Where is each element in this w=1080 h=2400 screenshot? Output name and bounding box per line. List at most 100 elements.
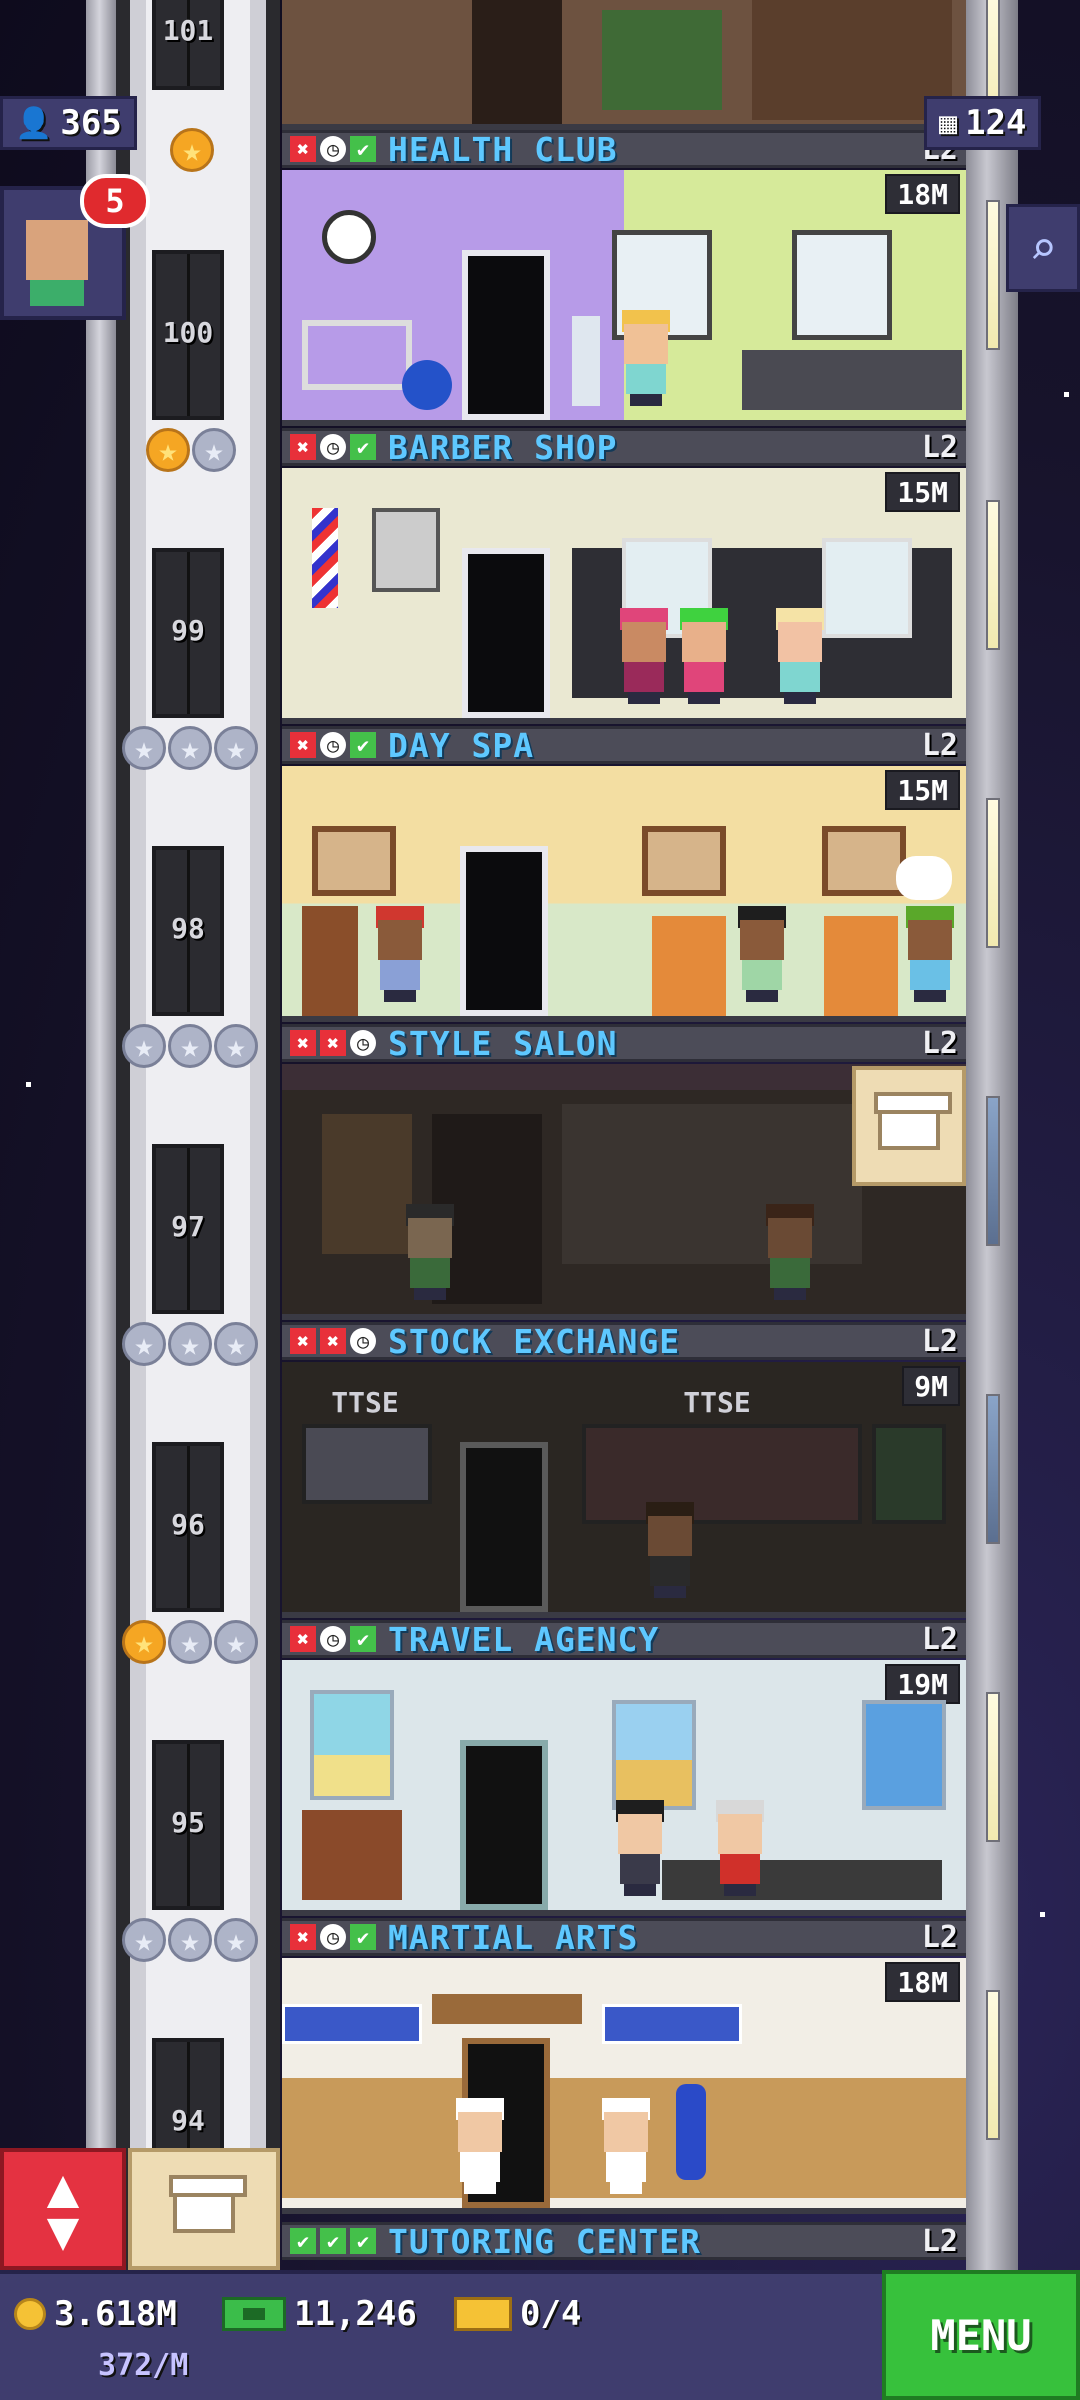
status-clock-icon: ◷ — [320, 1626, 346, 1652]
floor-header-stock-exchange[interactable]: ✖ ✖ ◷ STOCK EXCHANGE L2 — [282, 1321, 966, 1361]
stock-ticker-board — [872, 1424, 946, 1524]
tickets-stat[interactable]: 0/4 — [454, 2294, 581, 2334]
clock-icon — [322, 210, 376, 264]
floor-header-style-salon[interactable]: ✖ ✖ ◷ STYLE SALON L2 — [282, 1024, 966, 1063]
floor-stars: ★ ★ ★ — [122, 1620, 258, 1666]
status-check-icon: ✔ — [350, 732, 376, 758]
bitizen[interactable] — [762, 1204, 818, 1300]
bitizen[interactable] — [676, 608, 732, 704]
storage-box-button[interactable] — [128, 2148, 280, 2270]
bux-stat[interactable]: 11,246 — [222, 2294, 417, 2334]
room-martial-arts[interactable]: 18M — [282, 1958, 966, 2214]
bitizen[interactable] — [618, 310, 674, 406]
bitizen[interactable] — [642, 1502, 698, 1598]
elevator-button[interactable]: ▲ ▼ — [0, 2148, 126, 2270]
tower-window — [986, 1692, 1000, 1842]
floor-name: STOCK EXCHANGE — [388, 1321, 681, 1361]
bitizen[interactable] — [616, 608, 672, 704]
magnifier-icon: ⌕ — [1029, 221, 1057, 275]
search-button[interactable]: ⌕ — [1006, 204, 1080, 292]
bitizen[interactable] — [612, 1800, 668, 1896]
coins-stat[interactable]: 3.618M — [14, 2294, 177, 2334]
wall-picture — [312, 826, 396, 896]
coins-value: 3.618M — [54, 2294, 177, 2334]
status-x-icon: ✖ — [290, 434, 316, 460]
bitizen[interactable] — [402, 1204, 458, 1300]
star-silver-icon: ★ — [214, 1322, 258, 1366]
bitizen[interactable] — [772, 608, 828, 704]
dojo-banner — [602, 2004, 742, 2044]
room-door — [462, 250, 550, 420]
floor-stars: ★ — [170, 128, 214, 174]
floor-stars: ★ ★ ★ — [122, 1918, 258, 1964]
star-silver-icon: ★ — [214, 1918, 258, 1962]
population-counter[interactable]: 👤 365 — [0, 96, 137, 150]
floor-stars: ★ ★ ★ — [122, 1024, 258, 1070]
floor-number: 96 — [171, 1508, 205, 1541]
notification-badge: 5 — [80, 174, 150, 228]
status-clock-icon: ◷ — [320, 1924, 346, 1950]
star-silver-icon: ★ — [122, 1918, 166, 1962]
star-dot — [1064, 392, 1069, 397]
floor-cost-badge: 18M — [885, 1962, 960, 2002]
floor-header-barber-shop[interactable]: ✖ ◷ ✔ BARBER SHOP L2 — [282, 428, 966, 467]
star-gold-icon: ★ — [122, 1620, 166, 1664]
status-x-icon: ✖ — [290, 732, 316, 758]
floors-counter[interactable]: ▦ 124 — [924, 96, 1042, 150]
mirror — [822, 538, 912, 638]
room-health-club[interactable]: 18M — [282, 170, 966, 426]
floor-name: DAY SPA — [388, 725, 535, 765]
floor-level: L2 — [921, 727, 958, 763]
floor-name: HEALTH CLUB — [388, 129, 618, 169]
avatar-shirt — [30, 280, 84, 306]
floor-number: 94 — [171, 2104, 205, 2137]
bitizen[interactable] — [734, 906, 790, 1002]
bitizen[interactable] — [712, 1800, 768, 1896]
room-door — [460, 1442, 548, 1612]
status-check-icon: ✔ — [350, 1924, 376, 1950]
status-check-icon: ✔ — [350, 1626, 376, 1652]
doorway — [472, 0, 562, 124]
room-travel-agency[interactable]: 19M — [282, 1660, 966, 1916]
status-check-icon: ✔ — [350, 2228, 376, 2254]
floor-level: L2 — [921, 2223, 958, 2259]
wall-picture — [822, 826, 906, 896]
room-stock-exchange[interactable]: 9M TTSE TTSE — [282, 1362, 966, 1618]
ttse-sign: TTSE — [683, 1386, 751, 1419]
star-gold-icon: ★ — [146, 428, 190, 472]
floor-header-health-club[interactable]: ✖ ◷ ✔ HEALTH CLUB L2 — [282, 129, 966, 169]
tower-window — [986, 200, 1000, 350]
shelf — [322, 1114, 412, 1254]
floor-header-day-spa[interactable]: ✖ ◷ ✔ DAY SPA L2 — [282, 725, 966, 765]
dojo-banner — [282, 2004, 422, 2044]
coins-rate: 372/M — [98, 2348, 188, 2383]
floor-name: TUTORING CENTER — [388, 2221, 702, 2261]
bridge-poster — [862, 1700, 946, 1810]
room-floor-101[interactable] — [282, 0, 966, 130]
floor-stars: ★ ★ — [146, 428, 236, 474]
building-grid-icon: ▦ — [939, 105, 958, 141]
tickets-value: 0/4 — [520, 2294, 582, 2334]
floor-stars: ★ ★ ★ — [122, 1322, 258, 1368]
status-clock-icon: ◷ — [320, 136, 346, 162]
floor-number: 95 — [171, 1806, 205, 1839]
bitizen[interactable] — [452, 2098, 508, 2194]
menu-button[interactable]: MENU — [882, 2270, 1080, 2400]
supply-box-button[interactable] — [852, 1066, 966, 1186]
room-day-spa[interactable]: 15M — [282, 766, 966, 1022]
floor-header-martial-arts[interactable]: ✖ ◷ ✔ MARTIAL ARTS L2 — [282, 1918, 966, 1957]
tower-window — [986, 1096, 1000, 1246]
bitizen[interactable] — [598, 2098, 654, 2194]
floor-cost-badge: 18M — [885, 174, 960, 214]
bitizen[interactable] — [372, 906, 428, 1002]
coins-rate-value: 372/M — [98, 2348, 189, 2383]
room-barber-shop[interactable]: 15M — [282, 468, 966, 724]
star-silver-icon: ★ — [192, 428, 236, 472]
bitizen[interactable] — [902, 906, 958, 1002]
brochure-shelf — [302, 1810, 402, 1900]
travel-desk — [662, 1860, 942, 1900]
floor-header-tutoring-center[interactable]: ✔ ✔ ✔ TUTORING CENTER L2 — [282, 2221, 966, 2261]
person-icon: 👤 — [15, 105, 53, 141]
floor-header-travel-agency[interactable]: ✖ ◷ ✔ TRAVEL AGENCY L2 — [282, 1620, 966, 1659]
floor-level: L2 — [921, 1025, 958, 1061]
